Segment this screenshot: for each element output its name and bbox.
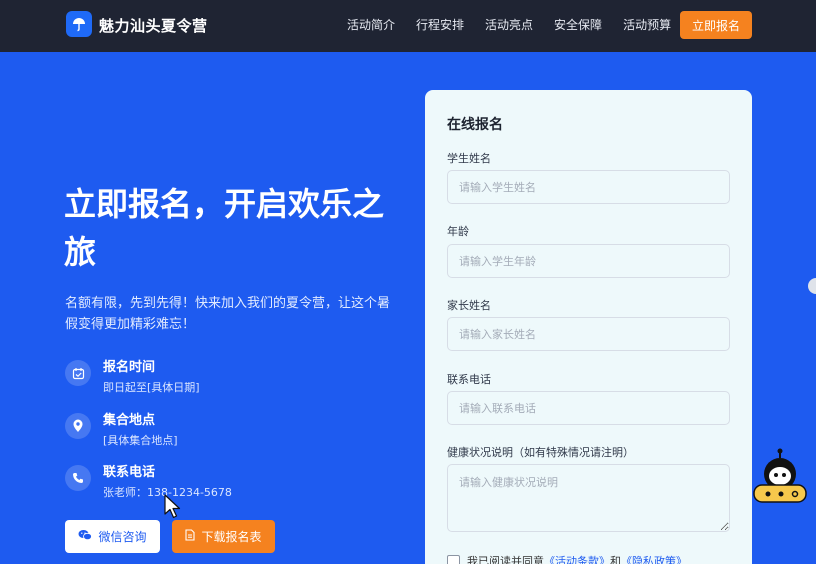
parent-name-label: 家长姓名 bbox=[447, 299, 491, 312]
age-input[interactable] bbox=[447, 244, 730, 278]
calendar-icon bbox=[65, 360, 91, 386]
health-label: 健康状况说明（如有特殊情况请注明） bbox=[447, 446, 634, 459]
main-nav: 活动简介 行程安排 活动亮点 安全保障 活动预算 bbox=[347, 16, 671, 33]
agree-checkbox[interactable] bbox=[447, 554, 460, 564]
document-icon bbox=[185, 529, 196, 544]
brand-name[interactable]: 魅力汕头夏令营 bbox=[99, 15, 208, 36]
download-form-button[interactable]: 下载报名表 bbox=[172, 520, 275, 553]
nav-link-budget[interactable]: 活动预算 bbox=[623, 16, 671, 33]
student-name-input[interactable] bbox=[447, 170, 730, 204]
signup-now-button[interactable]: 立即报名 bbox=[680, 11, 752, 39]
top-navbar: 魅力汕头夏令营 活动简介 行程安排 活动亮点 安全保障 活动预算 立即报名 bbox=[0, 0, 816, 52]
nav-link-schedule[interactable]: 行程安排 bbox=[416, 16, 464, 33]
download-form-label: 下载报名表 bbox=[201, 530, 262, 544]
agree-text: 我已阅读并同意 bbox=[467, 555, 544, 564]
info-signup-time: 报名时间 即日起至[具体日期] bbox=[65, 360, 200, 395]
info-title: 报名时间 bbox=[103, 360, 156, 375]
contact-phone-label: 联系电话 bbox=[447, 373, 491, 386]
info-value: [具体集合地点] bbox=[103, 434, 178, 447]
umbrella-icon[interactable] bbox=[66, 11, 92, 37]
terms-link[interactable]: 《活动条款》 bbox=[544, 553, 610, 564]
nav-link-highlights[interactable]: 活动亮点 bbox=[485, 16, 533, 33]
signup-form-card: 在线报名 学生姓名 年龄 家长姓名 联系电话 健康状况说明（如有特殊情况请注明）… bbox=[425, 90, 752, 564]
wechat-consult-button[interactable]: 微信咨询 bbox=[65, 520, 160, 553]
info-meeting-point: 集合地点 [具体集合地点] bbox=[65, 413, 178, 448]
info-contact-phone: 联系电话 张老师：138-1234-5678 bbox=[65, 465, 232, 500]
location-pin-icon bbox=[65, 413, 91, 439]
nav-link-intro[interactable]: 活动简介 bbox=[347, 16, 395, 33]
assistant-mascot-icon[interactable] bbox=[752, 448, 808, 508]
student-name-label: 学生姓名 bbox=[447, 152, 491, 165]
wechat-consult-label: 微信咨询 bbox=[98, 530, 147, 544]
age-label: 年龄 bbox=[447, 225, 469, 238]
side-scroll-handle[interactable] bbox=[808, 278, 816, 294]
nav-link-safety[interactable]: 安全保障 bbox=[554, 16, 602, 33]
hero-title: 立即报名，开启欢乐之旅 bbox=[64, 185, 385, 271]
parent-name-input[interactable] bbox=[447, 317, 730, 351]
agreement-row: 我已阅读并同意 《活动条款》 和 《隐私政策》 bbox=[447, 553, 687, 564]
info-value: 即日起至[具体日期] bbox=[103, 381, 200, 394]
agree-and-text: 和 bbox=[610, 555, 621, 564]
info-title: 联系电话 bbox=[103, 465, 156, 480]
form-title: 在线报名 bbox=[447, 117, 503, 133]
hero-description: 名额有限，先到先得！快来加入我们的夏令营，让这个暑假变得更加精彩难忘！ bbox=[65, 296, 391, 332]
health-textarea[interactable] bbox=[447, 464, 730, 532]
info-title: 集合地点 bbox=[103, 413, 156, 428]
mouse-cursor-icon bbox=[164, 494, 182, 520]
privacy-link[interactable]: 《隐私政策》 bbox=[621, 553, 687, 564]
phone-icon bbox=[65, 465, 91, 491]
wechat-icon bbox=[78, 529, 93, 544]
contact-phone-input[interactable] bbox=[447, 391, 730, 425]
